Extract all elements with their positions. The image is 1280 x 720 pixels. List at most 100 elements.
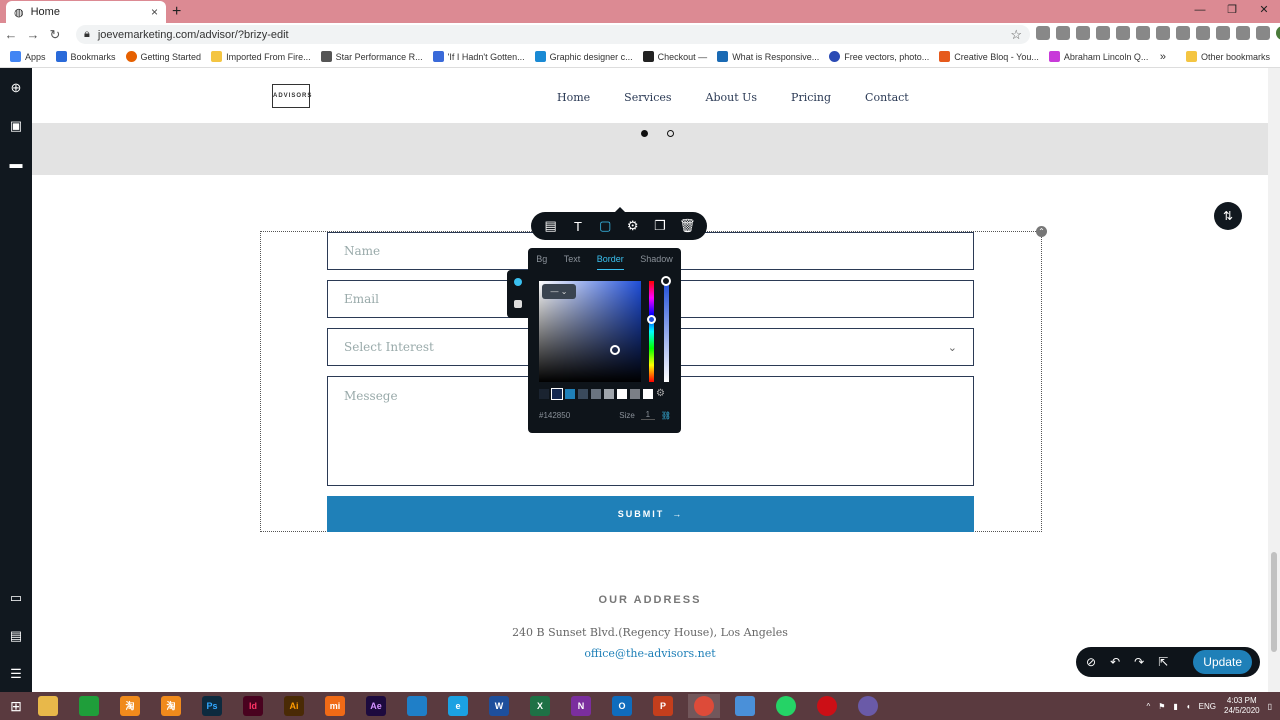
taskbar-app[interactable]: 淘 — [114, 694, 146, 718]
taskbar-app[interactable]: Id — [237, 694, 269, 718]
back-icon[interactable]: ← — [0, 27, 22, 42]
taskbar-app[interactable] — [729, 694, 761, 718]
pin-icon[interactable] — [1156, 26, 1170, 40]
new-tab-button[interactable]: + — [172, 3, 181, 21]
site-logo[interactable]: ADVISORS — [272, 84, 311, 108]
bookmark-item[interactable]: Getting Started — [125, 51, 201, 62]
bookmark-item[interactable]: Abraham Lincoln Q... — [1048, 51, 1148, 62]
clock[interactable]: 4:03 PM 24/5/2020 — [1224, 696, 1260, 716]
slider-dot-active[interactable] — [641, 130, 648, 137]
external-link-icon[interactable]: ⇱ — [1158, 655, 1168, 669]
bookmark-item[interactable]: Graphic designer c... — [534, 51, 633, 62]
redo-icon[interactable]: ↷ — [1134, 655, 1144, 669]
taskbar-app[interactable] — [852, 694, 884, 718]
volume-icon[interactable]: ◖ — [1186, 702, 1191, 711]
normal-state-icon[interactable] — [514, 278, 522, 286]
size-input[interactable]: 1 — [640, 410, 655, 420]
scrollbar-thumb[interactable] — [1271, 552, 1277, 652]
bookmark-item[interactable]: Free vectors, photo... — [829, 51, 929, 62]
scrollbar[interactable] — [1268, 68, 1280, 692]
extension-icon[interactable] — [1216, 26, 1230, 40]
link-icon[interactable]: ⛓ — [661, 411, 671, 420]
bookmark-item[interactable]: Star Performance R... — [320, 51, 423, 62]
taskbar-app[interactable]: 淘 — [155, 694, 187, 718]
reload-icon[interactable]: ↻ — [44, 27, 66, 43]
bookmark-item[interactable]: Bookmarks — [55, 51, 116, 62]
extension-icon[interactable] — [1176, 26, 1190, 40]
typography-icon[interactable]: T — [568, 219, 588, 234]
bookmark-item[interactable]: Creative Bloq - You... — [939, 51, 1039, 62]
preview-off-icon[interactable]: ⊘ — [1086, 655, 1096, 669]
pdf-icon[interactable] — [1116, 26, 1130, 40]
other-bookmarks[interactable]: Other bookmarks — [1185, 51, 1270, 62]
opacity-slider-handle[interactable] — [661, 276, 671, 286]
undo-icon[interactable]: ↶ — [1110, 655, 1120, 669]
add-element-icon[interactable]: ⊕ — [8, 80, 24, 96]
url-field[interactable]: 🔒︎ joevemarketing.com/advisor/?brizy-edi… — [76, 25, 1030, 44]
swatch[interactable] — [591, 389, 601, 399]
trash-icon[interactable]: 🗑︎ — [677, 218, 697, 234]
swatch[interactable] — [604, 389, 614, 399]
opacity-slider[interactable] — [664, 281, 669, 382]
taskbar-app[interactable]: Ai — [278, 694, 310, 718]
swatch[interactable] — [539, 389, 549, 399]
taskbar-app[interactable]: P — [647, 694, 679, 718]
tab-bg[interactable]: Bg — [536, 254, 547, 270]
gear-icon[interactable]: ⚙ — [623, 218, 643, 234]
menu-icon[interactable]: ☰ — [8, 666, 24, 682]
extension-icon[interactable] — [1056, 26, 1070, 40]
swatch-selected[interactable] — [551, 388, 563, 400]
flag-icon[interactable]: ⚑ — [1158, 702, 1165, 711]
notification-icon[interactable]: ▯ — [1268, 702, 1272, 711]
taskbar-app[interactable] — [811, 694, 843, 718]
nav-about[interactable]: About Us — [706, 91, 758, 104]
extension-icon[interactable] — [1236, 26, 1250, 40]
taskbar-app[interactable] — [32, 694, 64, 718]
bookmark-item[interactable]: Checkout — — [642, 51, 707, 62]
bookmark-item[interactable]: 'If I Hadn't Gotten... — [432, 51, 525, 62]
swatch[interactable] — [565, 389, 575, 399]
avatar[interactable] — [1276, 26, 1280, 40]
nav-contact[interactable]: Contact — [865, 91, 909, 104]
restore-button[interactable]: ❐ — [1216, 0, 1248, 23]
forward-icon[interactable]: → — [22, 27, 44, 42]
hover-state-icon[interactable] — [514, 300, 522, 308]
nav-services[interactable]: Services — [624, 91, 671, 104]
taskbar-app[interactable]: O — [606, 694, 638, 718]
taskbar-app[interactable] — [688, 694, 720, 718]
update-button[interactable]: Update — [1193, 650, 1252, 674]
extension-icon[interactable] — [1136, 26, 1150, 40]
tab-text[interactable]: Text — [564, 254, 581, 270]
tab-border[interactable]: Border — [596, 254, 624, 270]
gear-icon[interactable]: ⚙ — [656, 389, 665, 399]
windows-start-icon[interactable]: ⊞ — [0, 698, 32, 715]
taskbar-app[interactable] — [770, 694, 802, 718]
close-window-button[interactable]: ✕ — [1248, 0, 1280, 23]
collapse-handle-icon[interactable]: ⌃ — [1036, 226, 1047, 237]
taskbar-app[interactable]: W — [483, 694, 515, 718]
taskbar-app[interactable]: Ps — [196, 694, 228, 718]
bookmarks-overflow-icon[interactable]: » — [1160, 51, 1166, 63]
extension-icon[interactable] — [1196, 26, 1210, 40]
hue-slider-handle[interactable] — [647, 315, 656, 324]
hue-slider[interactable] — [649, 281, 654, 382]
slider-dot[interactable] — [667, 130, 674, 137]
bookmark-item[interactable]: Imported From Fire... — [211, 51, 311, 62]
browser-tab[interactable]: ◍ Home × — [6, 1, 166, 23]
border-style-select[interactable]: — ⌄ — [542, 284, 576, 299]
close-tab-icon[interactable]: × — [151, 5, 158, 19]
nav-home[interactable]: Home — [557, 91, 590, 104]
bookmark-apps[interactable]: Apps — [10, 51, 46, 62]
swatch[interactable] — [643, 389, 653, 399]
network-icon[interactable]: ▮ — [1173, 702, 1177, 711]
blocks-icon[interactable]: ▣ — [8, 118, 24, 134]
taskbar-app[interactable]: mi — [319, 694, 351, 718]
bookmark-star-icon[interactable]: ☆ — [1010, 27, 1022, 43]
taskbar-app[interactable]: e — [442, 694, 474, 718]
color-icon[interactable]: ▢ — [595, 218, 615, 234]
nav-pricing[interactable]: Pricing — [791, 91, 831, 104]
layout-icon[interactable]: ▬ — [8, 156, 24, 172]
tab-shadow[interactable]: Shadow — [640, 254, 673, 270]
extension-icon[interactable] — [1096, 26, 1110, 40]
submit-button[interactable]: SUBMIT → — [327, 496, 974, 532]
